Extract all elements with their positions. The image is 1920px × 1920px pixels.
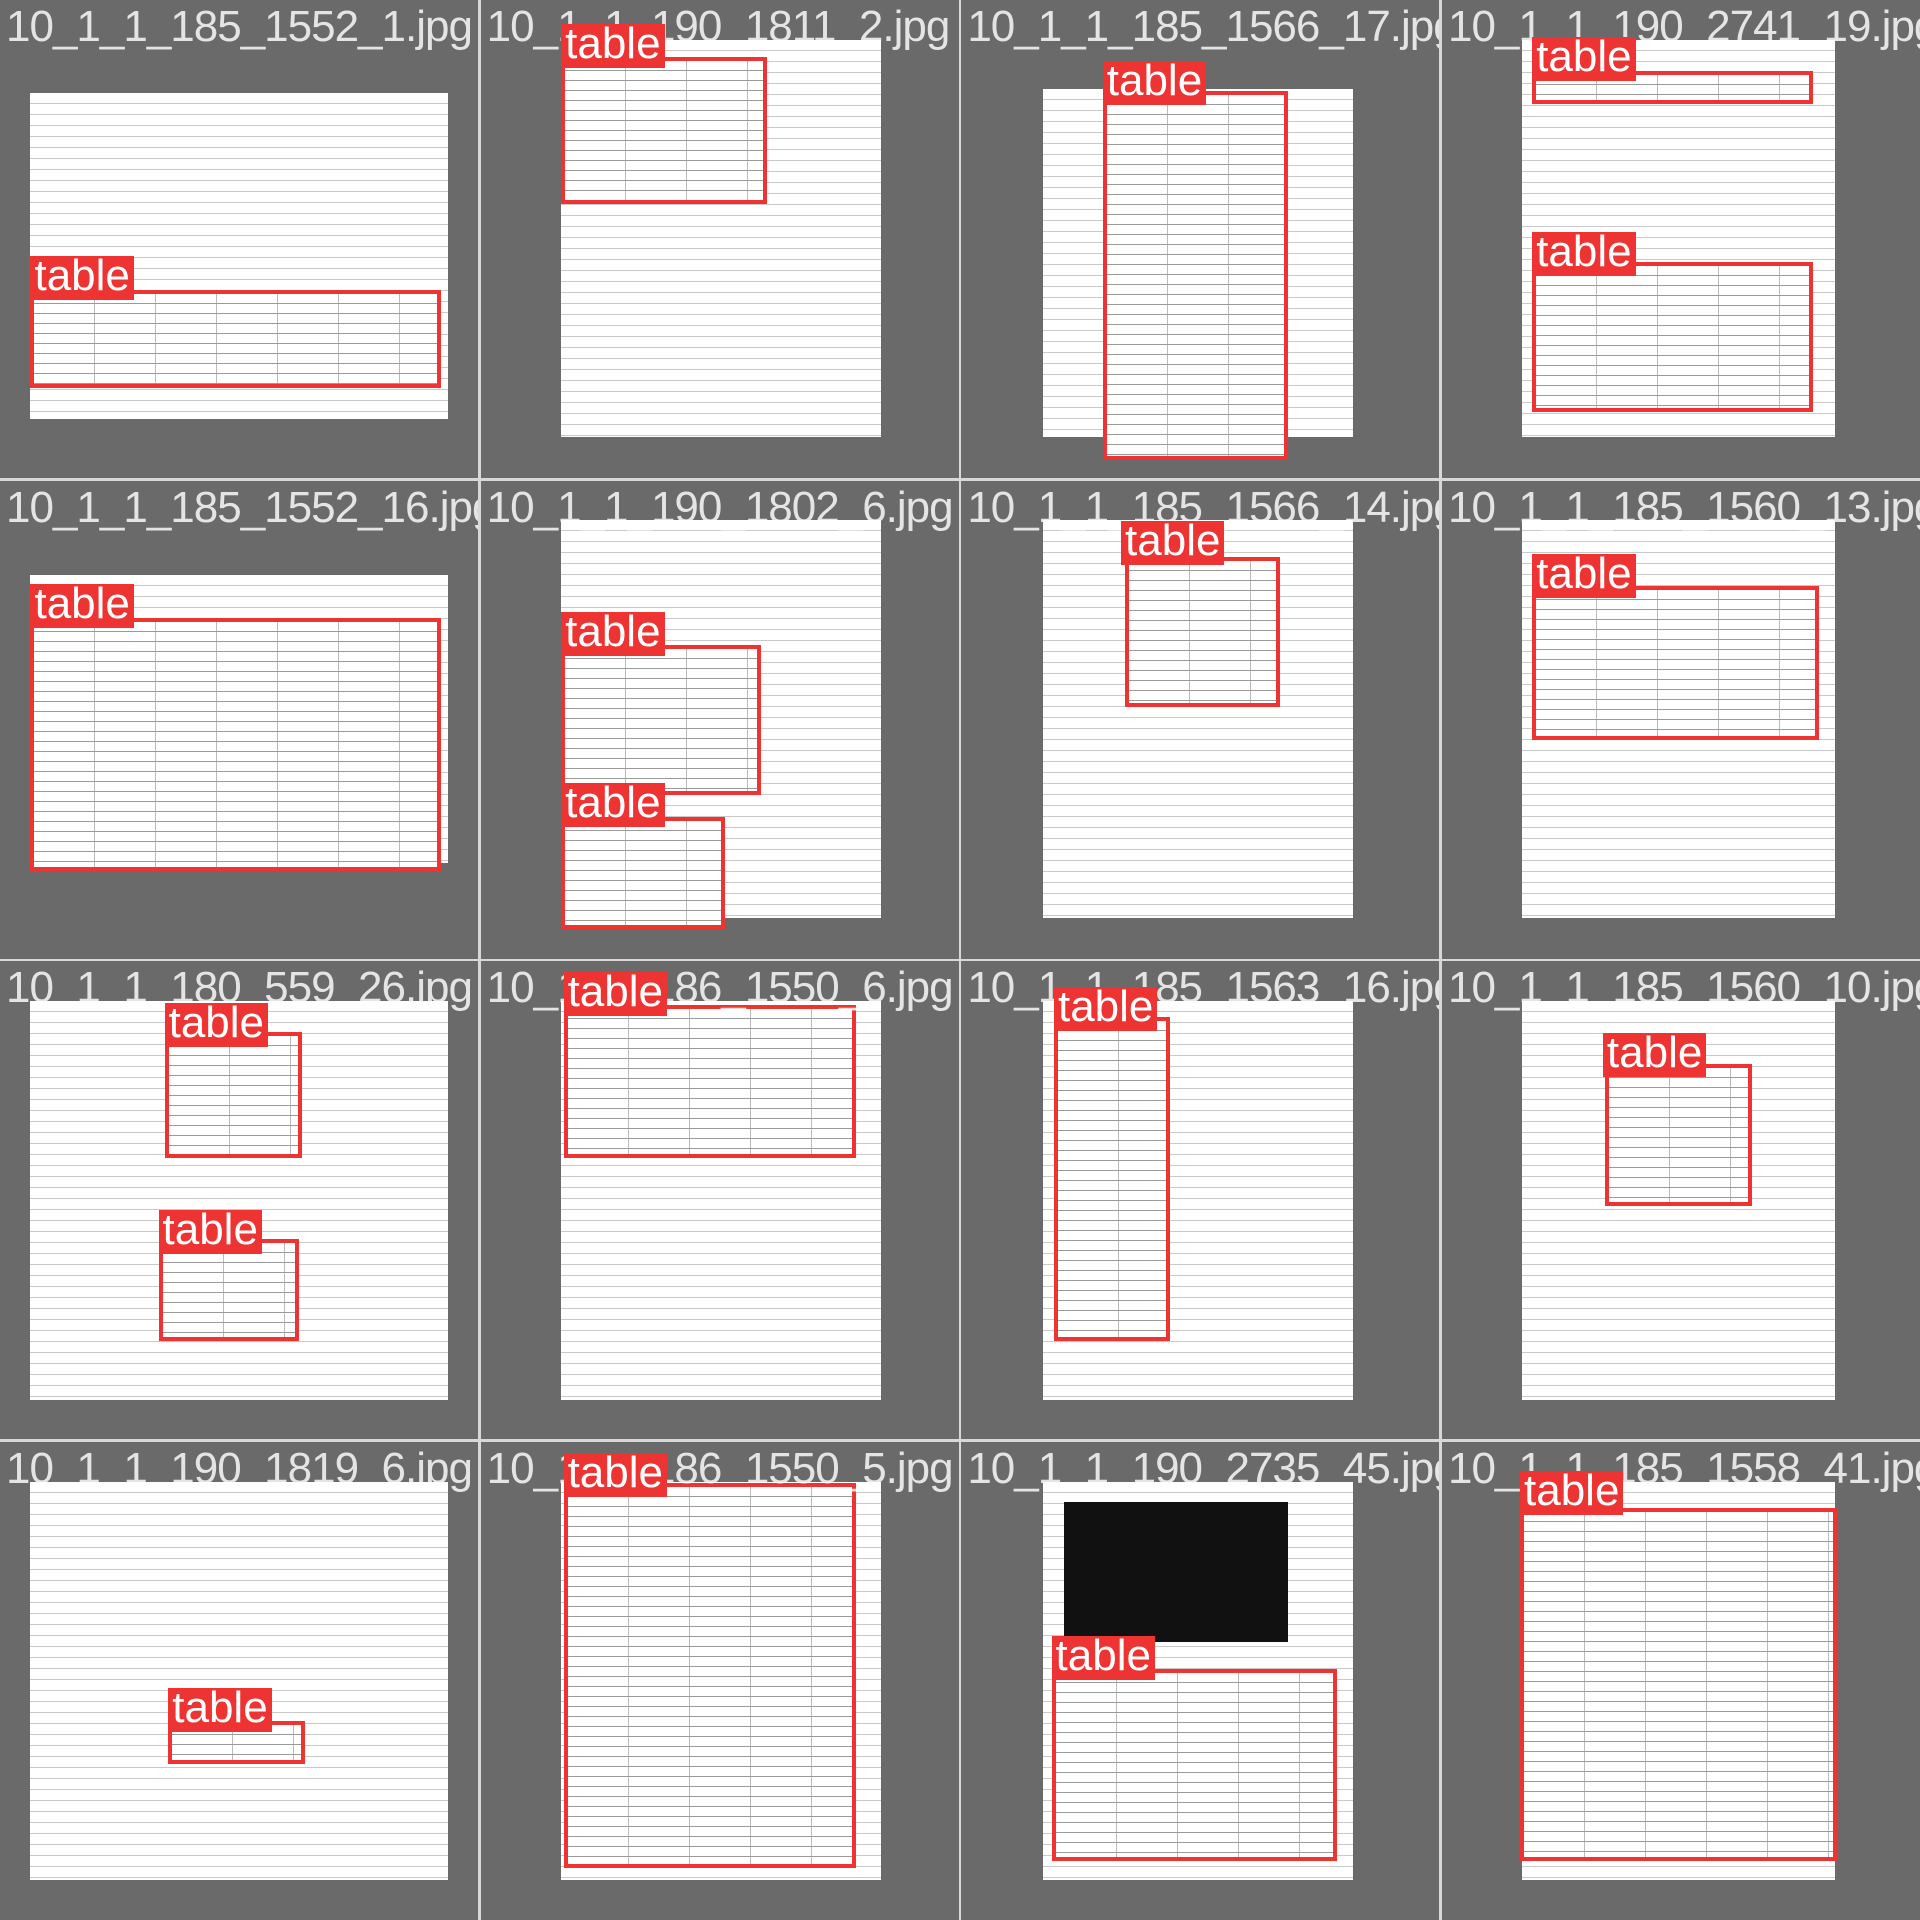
thumbnail-cell[interactable]: 10_1_1_186_1550_5.jpg table — [480, 1441, 959, 1920]
filename-label: 10_1_1_185_1558_41.jpg — [1447, 1443, 1920, 1493]
thumbnail-cell[interactable]: 10_1_1_190_1819_6.jpgtable — [0, 1441, 478, 1920]
filename-label: 10_1_1_190_2741_19.jpg — [1447, 2, 1920, 51]
thumbnail-cell[interactable]: 10_1_1_185_1560_13.jpgtable — [1441, 480, 1920, 959]
table-class-label: table — [1102, 58, 1207, 105]
filename-label: 10_1_1_186_1550_5.jpg — [486, 1443, 954, 1493]
table-bounding-box — [1532, 585, 1819, 741]
filename-label: 10_1_1_185_1563_16.jpg — [967, 963, 1440, 1013]
thumbnail-cell[interactable]: 10_1_1_190_2741_19.jpg table table — [1441, 0, 1920, 478]
table-bounding-box — [1051, 1668, 1337, 1862]
thumbnail-cell[interactable]: 10_1_1_185_1566_14.jpg table — [961, 480, 1440, 959]
filename-label: 10_1_1_190_1811_2.jpg — [486, 2, 951, 51]
table-class-label: table — [561, 610, 665, 657]
thumbnail-cell[interactable]: 10_1_1_186_1550_6.jpg table — [480, 961, 959, 1440]
filename-label: 10_1_1_190_1802_6.jpg — [486, 482, 954, 532]
table-class-label: table — [164, 1000, 269, 1047]
thumbnail-cell[interactable]: 10_1_1_185_1560_10.jpgtable — [1441, 961, 1920, 1440]
table-class-label: table — [1532, 229, 1636, 276]
thumbnail-cell[interactable]: 10_1_1_190_2735_45.jpgtable — [961, 1441, 1440, 1920]
table-class-label: table — [30, 582, 134, 629]
table-class-label: table — [561, 22, 665, 69]
filename-label: 10_1_1_190_2735_45.jpg — [967, 1443, 1440, 1493]
table-bounding-box — [1124, 557, 1280, 708]
table-bounding-box — [561, 817, 725, 930]
table-bounding-box — [563, 1005, 857, 1158]
table-bounding-box — [561, 645, 762, 796]
thumbnail-cell[interactable]: 10_1_1_185_1563_16.jpg table — [961, 961, 1440, 1440]
filename-label: 10_1_1_185_1560_13.jpg — [1447, 482, 1920, 532]
table-bounding-box — [561, 57, 768, 204]
table-bounding-box — [1520, 1507, 1838, 1862]
table-class-label: table — [168, 1686, 272, 1733]
thumbnail-cell[interactable]: 10_1_1_185_1558_41.jpg table — [1441, 1441, 1920, 1920]
table-class-label: table — [1520, 1469, 1624, 1516]
thumbnail-cell[interactable]: 10_1_1_180_559_26.jpg table table — [0, 961, 478, 1440]
table-class-label: table — [563, 1450, 667, 1497]
thumbnail-cell[interactable]: 10_1_1_185_1552_16.jpgtable — [0, 480, 478, 959]
table-class-label: table — [158, 1208, 262, 1255]
table-bounding-box — [30, 618, 442, 871]
filename-label: 10_1_1_185_1552_16.jpg — [6, 482, 478, 532]
table-bounding-box — [1532, 262, 1813, 413]
table-bounding-box — [563, 1483, 857, 1868]
thumbnail-cell[interactable]: 10_1_1_185_1566_17.jpgtable — [961, 0, 1440, 478]
table-class-label: table — [563, 970, 667, 1017]
filename-label: 10_1_1_190_1819_6.jpg — [6, 1443, 473, 1493]
filename-label: 10_1_1_185_1560_10.jpg — [1447, 963, 1920, 1013]
table-bounding-box — [1102, 91, 1289, 460]
table-bounding-box — [30, 290, 442, 388]
thumbnail-cell[interactable]: 10_1_1_185_1552_1.jpgtable — [0, 0, 478, 478]
thumbnail-grid: 10_1_1_185_1552_1.jpg table 10_1_1_190_181… — [0, 0, 1920, 1920]
thumbnail-cell[interactable]: 10_1_1_190_1811_2.jpg table — [480, 0, 959, 478]
document-page — [12, 1452, 466, 1910]
filename-label: 10_1_1_185_1566_17.jpg — [967, 2, 1440, 51]
table-class-label: table — [30, 254, 134, 301]
table-bounding-box — [158, 1239, 299, 1341]
table-bounding-box — [1605, 1063, 1752, 1207]
table-class-label: table — [1532, 34, 1636, 81]
table-class-label: table — [1051, 1633, 1155, 1680]
table-class-label: table — [1053, 984, 1158, 1031]
table-bounding-box — [164, 1032, 303, 1158]
thumbnail-cell[interactable]: 10_1_1_190_1802_6.jpgtable table — [480, 480, 959, 959]
table-class-label: table — [1602, 1031, 1707, 1078]
filename-label: 10_1_1_185_1552_1.jpg — [6, 2, 473, 51]
table-class-label: table — [1532, 551, 1636, 598]
embedded-screenshot — [1063, 1501, 1289, 1642]
table-class-label: table — [1121, 518, 1225, 565]
table-bounding-box — [1053, 1017, 1170, 1341]
table-class-label: table — [561, 781, 665, 828]
filename-label: 10_1_1_186_1550_6.jpg — [486, 963, 954, 1013]
